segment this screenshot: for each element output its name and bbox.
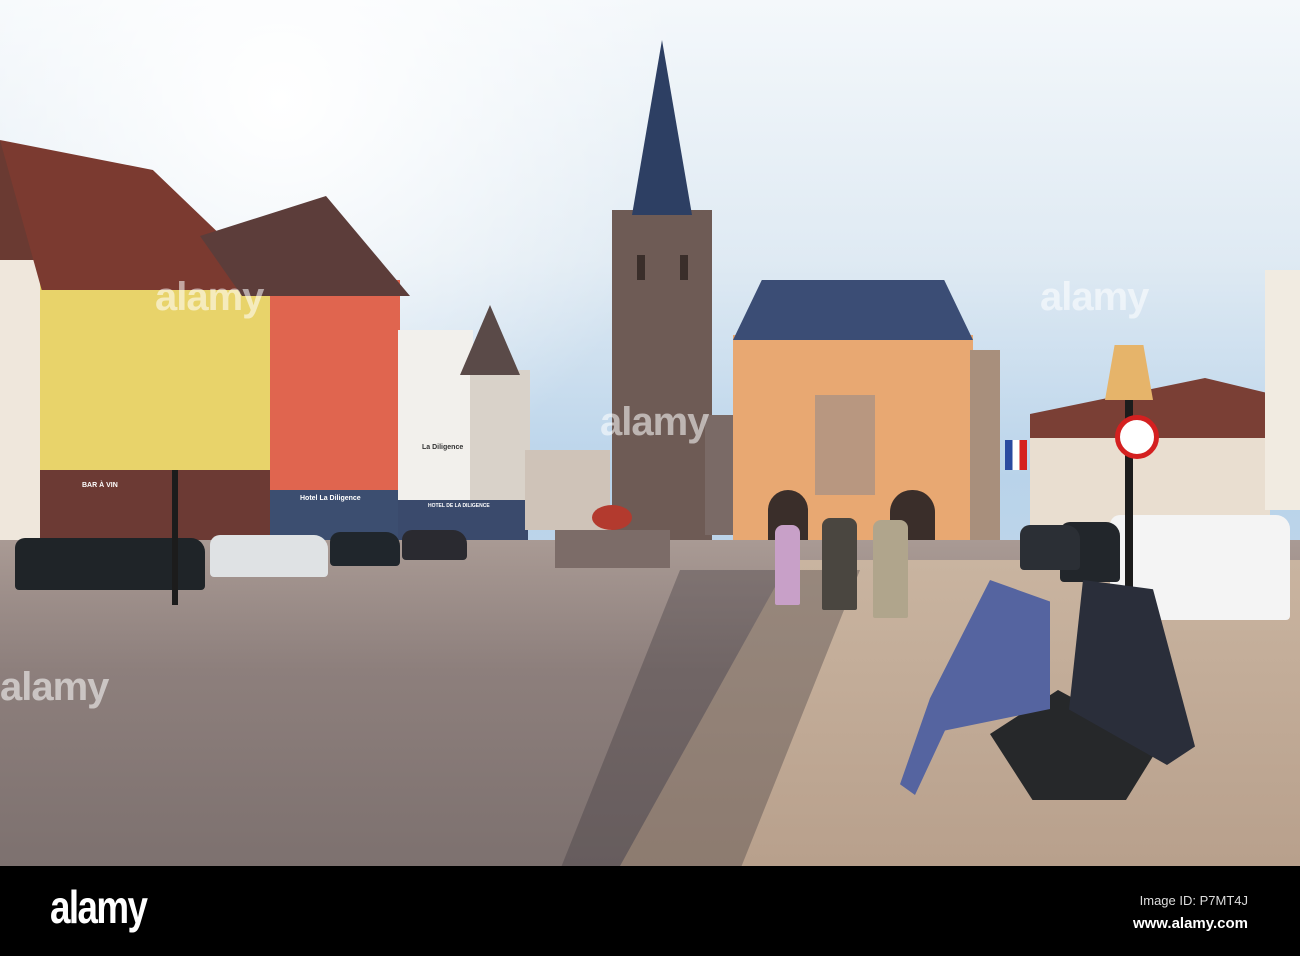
no-u-turn-sign <box>1115 415 1159 459</box>
watermark: alamy <box>0 665 109 709</box>
red-half-timbered-house <box>270 280 400 490</box>
fountain-flowers <box>592 505 632 530</box>
pedestrian <box>822 518 857 610</box>
parked-car <box>402 530 467 560</box>
town-square-photo: BAR À VIN Hotel La Diligence La Diligenc… <box>0 0 1300 866</box>
alamy-logo: alamy <box>50 881 148 933</box>
hotel-de-la-diligence-sign: HOTEL DE LA DILIGENCE <box>428 503 490 509</box>
street-lamp-lantern <box>1105 345 1153 400</box>
town-hall-side <box>970 350 1000 540</box>
site-url: www.alamy.com <box>1132 915 1248 932</box>
street-lamp <box>172 470 178 605</box>
parked-car <box>1020 525 1080 570</box>
pedestrian <box>775 525 800 605</box>
turret-house <box>470 370 530 510</box>
white-hotel <box>398 330 473 500</box>
watermark: alamy <box>600 400 709 444</box>
parked-car <box>330 532 400 566</box>
tower-window <box>637 255 645 280</box>
bar-a-vin-sign: BAR À VIN <box>82 482 118 489</box>
hotel-diligence-sign: Hotel La Diligence <box>300 495 361 502</box>
footer-bar <box>0 866 1300 956</box>
bell-tower <box>612 210 712 540</box>
watermark: alamy <box>155 275 264 319</box>
la-diligence-sign: La Diligence <box>422 444 464 451</box>
street-lamp <box>1125 370 1133 600</box>
church-nave <box>705 415 735 535</box>
image-id: Image ID: P7MT4J <box>1139 893 1248 908</box>
tower-window <box>680 255 688 280</box>
town-hall-roof <box>733 280 973 340</box>
french-flag <box>1005 440 1027 470</box>
half-timbered-house-far-right <box>1265 270 1300 510</box>
pedestrian <box>873 520 908 618</box>
half-timbered-house-far-left <box>0 230 45 580</box>
fountain <box>555 530 670 568</box>
watermark: alamy <box>1040 275 1149 319</box>
parked-car <box>210 535 328 577</box>
town-hall-oriel <box>815 395 875 495</box>
